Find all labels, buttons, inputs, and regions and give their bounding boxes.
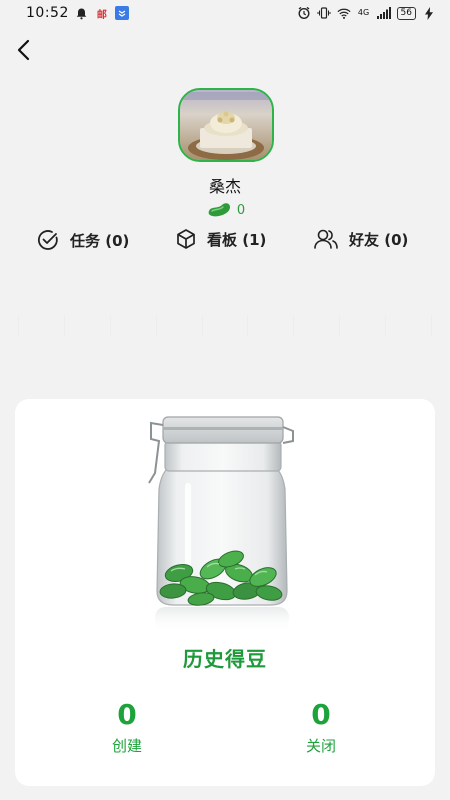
status-time: 10:52 xyxy=(26,5,69,21)
closed-count: 0 xyxy=(311,698,331,731)
status-right: 4G 56 xyxy=(297,6,436,20)
closed-metric[interactable]: 0 关闭 xyxy=(261,697,381,756)
bean-icon xyxy=(208,203,230,217)
user-name: 桑杰 xyxy=(208,177,241,196)
history-beans-card: 历史得豆 0 创建 0 关闭 xyxy=(15,399,435,786)
created-count: 0 xyxy=(117,698,137,731)
vibrate-icon xyxy=(317,6,331,20)
cube-icon xyxy=(177,229,195,249)
card-title: 历史得豆 xyxy=(183,647,267,671)
bean-count: 0 xyxy=(236,202,246,218)
boards-stat-label: 看板 (1) xyxy=(207,230,267,249)
alarm-icon xyxy=(297,6,311,20)
back-button[interactable] xyxy=(10,36,38,64)
tasks-stat-button[interactable]: 任务 (0) xyxy=(36,228,129,252)
tasks-stat-label: 任务 (0) xyxy=(70,231,130,250)
status-bar: 10:52 邮 4G 56 xyxy=(0,0,450,26)
friends-stat-label: 好友 (0) xyxy=(349,230,409,249)
created-label: 创建 xyxy=(111,737,142,755)
wifi-icon xyxy=(336,6,351,20)
battery-level: 56 xyxy=(396,6,416,20)
charging-icon xyxy=(422,6,436,20)
created-metric[interactable]: 0 创建 xyxy=(67,697,187,756)
closed-label: 关闭 xyxy=(305,737,336,755)
faint-divider-row xyxy=(18,316,432,338)
chevron-left-icon xyxy=(17,39,30,61)
bean-jar-illustration xyxy=(148,416,294,633)
signal-icon xyxy=(376,6,391,20)
bean-balance: 0 xyxy=(0,200,450,218)
network-type-label: 4G xyxy=(357,8,370,17)
check-circle-icon xyxy=(38,230,58,250)
boards-stat-button[interactable]: 看板 (1) xyxy=(175,228,266,250)
avatar-photo xyxy=(180,90,272,160)
profile-stats: 任务 (0) 看板 (1) 好友 (0) xyxy=(0,226,450,254)
friends-stat-button[interactable]: 好友 (0) xyxy=(313,228,408,250)
mail-app-icon: 邮 xyxy=(96,9,107,21)
users-icon xyxy=(314,229,338,249)
notification-bell-icon xyxy=(75,6,89,20)
status-left: 10:52 邮 xyxy=(26,5,129,21)
avatar[interactable] xyxy=(178,88,274,162)
app-notification-icon xyxy=(114,6,129,20)
